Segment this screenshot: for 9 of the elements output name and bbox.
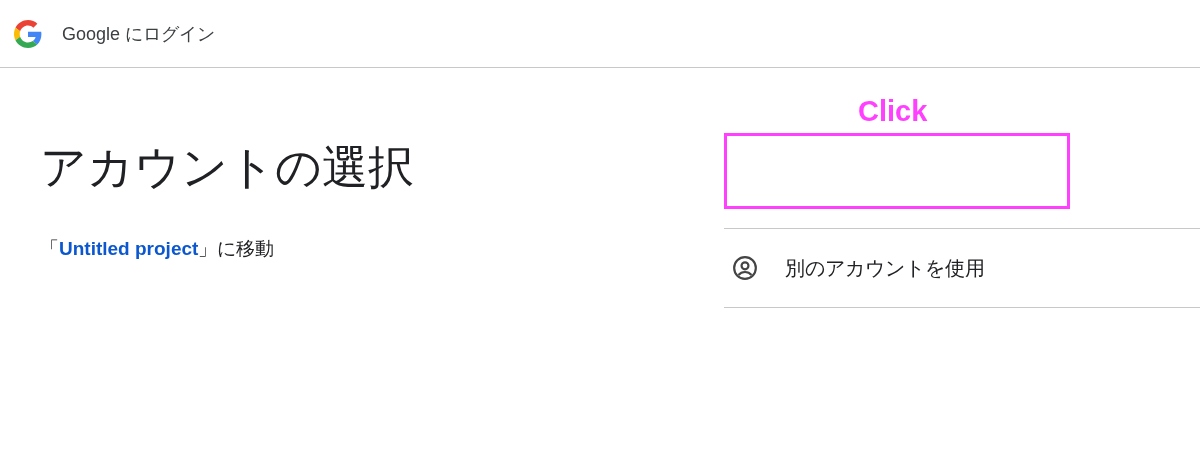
account-circle-icon [732, 255, 758, 281]
header-title: Google にログイン [62, 22, 216, 46]
google-logo-icon [14, 19, 42, 48]
annotation-label: Click [858, 94, 929, 128]
subtitle-text: 」に移動 [198, 238, 275, 259]
project-link[interactable]: Untitled project [59, 238, 199, 259]
page-heading: アカウントの選択 [40, 140, 415, 195]
account-option[interactable]: 別のアカウントを使用 [724, 229, 1200, 308]
quote-mark: 「 [40, 238, 59, 259]
